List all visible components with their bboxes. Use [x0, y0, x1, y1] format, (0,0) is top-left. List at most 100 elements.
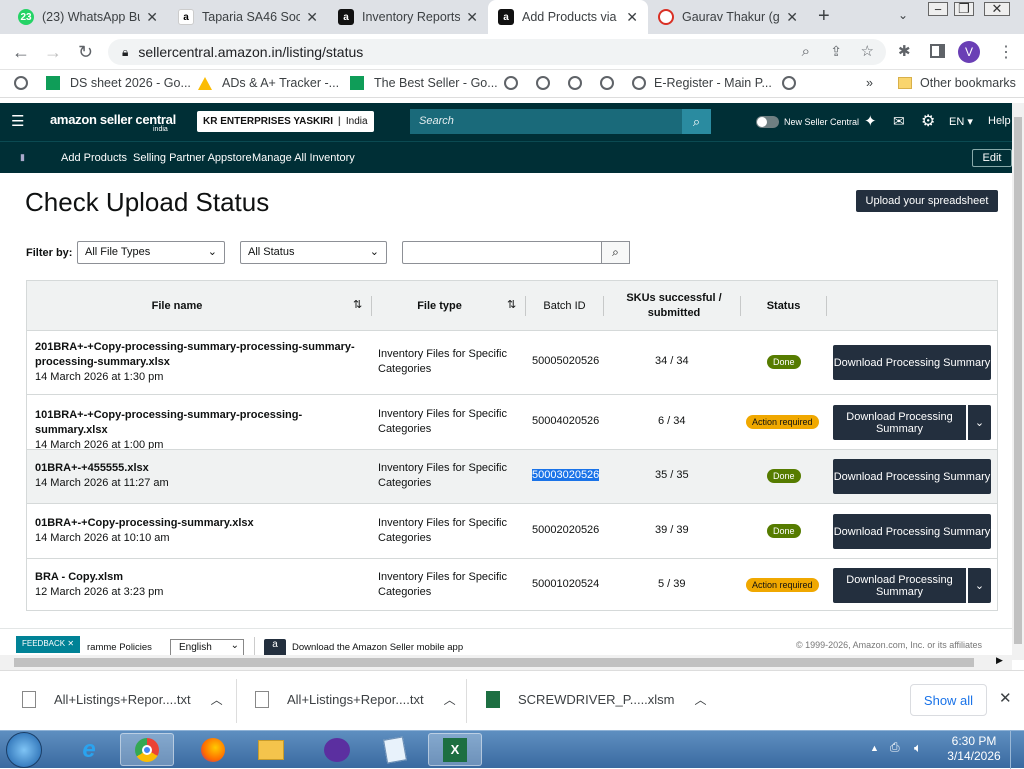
nav-add-products[interactable]: Add Products: [61, 152, 127, 164]
filter-search-button[interactable]: ⌕: [601, 241, 630, 264]
nav-manage-all-inventory[interactable]: Manage All Inventory: [252, 152, 355, 164]
sparkle-icon[interactable]: ✦: [864, 112, 877, 130]
tab-gmail[interactable]: Gaurav Thakur (ga ✕: [648, 0, 808, 34]
edit-shortcuts-button[interactable]: Edit: [972, 149, 1012, 167]
close-tab-icon[interactable]: ✕: [306, 9, 318, 26]
hamburger-menu-icon[interactable]: ☰: [11, 112, 24, 130]
page-scrollbar[interactable]: [1012, 103, 1024, 660]
url-bar[interactable]: 🔒︎ sellercentral.amazon.in/listing/statu…: [108, 39, 886, 65]
forward-icon[interactable]: →: [44, 42, 62, 63]
taskbar-notepad[interactable]: [368, 733, 422, 766]
nav-selling-partner-appstore[interactable]: Selling Partner Appstore: [133, 152, 252, 164]
account-switcher[interactable]: KR ENTERPRISES YASKIRI | India: [197, 111, 374, 132]
status-filter-select[interactable]: All Status ⌄: [240, 241, 387, 264]
bookmark-globe[interactable]: [536, 76, 558, 90]
chevron-up-icon[interactable]: ︿: [695, 691, 707, 708]
system-clock[interactable]: 6:30 PM 3/14/2026: [944, 734, 1004, 764]
tab-inventory-reports[interactable]: a Inventory Reports ✕: [328, 0, 488, 34]
taskbar-excel[interactable]: X: [428, 733, 482, 766]
scrollbar-thumb[interactable]: [1014, 117, 1022, 644]
tab-add-products[interactable]: a Add Products via ✕: [488, 0, 648, 34]
settings-gear-icon[interactable]: ⚙: [921, 111, 935, 131]
zoom-icon[interactable]: ⌕: [802, 43, 810, 60]
new-tab-icon[interactable]: +: [818, 5, 830, 28]
bookmark-globe[interactable]: [600, 76, 622, 90]
download-summary-button[interactable]: Download Processing Summary: [833, 568, 966, 603]
programme-policies-link[interactable]: ramme Policies: [87, 642, 152, 653]
mail-icon[interactable]: ✉: [893, 113, 905, 130]
search-input[interactable]: Search: [410, 109, 682, 134]
bookmark-ds-sheet[interactable]: DS sheet 2026 - Go...: [46, 76, 191, 90]
show-all-downloads-button[interactable]: Show all: [910, 684, 987, 716]
download-item[interactable]: SCREWDRIVER_P.....xlsm ︿: [486, 691, 707, 708]
bookmark-best-seller[interactable]: The Best Seller - Go...: [350, 76, 498, 90]
close-tab-icon[interactable]: ✕: [626, 9, 638, 26]
bookmarks-overflow-icon[interactable]: »: [866, 76, 873, 90]
download-summary-button[interactable]: Download Processing Summary: [833, 345, 991, 380]
taskbar-chrome[interactable]: [120, 733, 174, 766]
language-selector[interactable]: EN ▾: [949, 115, 973, 128]
minimize-icon[interactable]: −: [928, 2, 948, 17]
amazon-seller-central-logo[interactable]: amazon seller central: [50, 112, 176, 127]
chevron-up-icon[interactable]: ︿: [444, 691, 456, 708]
restore-icon[interactable]: ❐: [954, 1, 974, 16]
network-icon[interactable]: ⎙: [890, 740, 900, 755]
chevron-down-icon[interactable]: ⌄: [967, 568, 991, 603]
bookmark-star-icon[interactable]: ☆: [861, 42, 874, 60]
download-summary-button[interactable]: Download Processing Summary: [833, 514, 991, 549]
page-content: Check Upload Status Upload your spreadsh…: [0, 173, 1012, 660]
search-button[interactable]: ⌕: [682, 109, 711, 134]
close-tab-icon[interactable]: ✕: [146, 9, 158, 26]
taskbar-firefox[interactable]: [186, 733, 240, 766]
download-item[interactable]: All+Listings+Repor....txt ︿: [255, 691, 456, 708]
share-icon[interactable]: ⇪: [830, 43, 842, 60]
taskbar-file-explorer[interactable]: [244, 733, 298, 766]
download-item[interactable]: All+Listings+Repor....txt ︿: [22, 691, 223, 708]
tray-expand-icon[interactable]: ▲: [870, 743, 879, 753]
side-panel-icon[interactable]: [930, 44, 945, 58]
bookmark-ads-tracker[interactable]: ADs & A+ Tracker -...: [198, 76, 339, 90]
bookmark-globe[interactable]: [568, 76, 590, 90]
chevron-down-icon[interactable]: ⌄: [967, 405, 991, 440]
other-bookmarks[interactable]: Other bookmarks: [898, 76, 1016, 90]
taskbar-app[interactable]: [310, 733, 364, 766]
file-type-filter-select[interactable]: All File Types ⌄: [77, 241, 225, 264]
tab-whatsapp[interactable]: 23 (23) WhatsApp Bu ✕: [8, 0, 168, 34]
bookmark-e-register[interactable]: E-Register - Main P...: [632, 76, 772, 90]
close-window-icon[interactable]: ✕: [984, 1, 1010, 16]
feedback-button[interactable]: FEEDBACK ✕: [16, 636, 81, 653]
download-summary-button[interactable]: Download Processing Summary: [833, 459, 991, 494]
volume-icon[interactable]: 🔈︎: [914, 740, 922, 756]
footer-language-select[interactable]: English ⌄: [170, 639, 244, 656]
bookmark-pin-icon[interactable]: ▮: [20, 152, 25, 163]
upload-date: 14 March 2026 at 11:27 am: [35, 477, 169, 489]
profile-avatar[interactable]: V: [958, 41, 980, 63]
new-seller-central-toggle[interactable]: [756, 116, 779, 128]
close-tab-icon[interactable]: ✕: [466, 9, 478, 26]
start-button[interactable]: [6, 732, 42, 768]
taskbar-internet-explorer[interactable]: e: [62, 733, 116, 766]
menu-kebab-icon[interactable]: ⋮: [998, 42, 1014, 62]
scrollbar-thumb[interactable]: [14, 658, 974, 667]
show-desktop-button[interactable]: [1010, 731, 1024, 769]
scroll-right-icon[interactable]: ▶: [996, 655, 1003, 666]
extensions-icon[interactable]: ✱: [898, 42, 911, 60]
upload-spreadsheet-button[interactable]: Upload your spreadsheet: [856, 190, 998, 212]
tab-search-chevron-icon[interactable]: ⌄: [898, 8, 908, 22]
close-tab-icon[interactable]: ✕: [786, 9, 798, 26]
sort-icon[interactable]: ⇅: [353, 298, 362, 311]
horizontal-scrollbar[interactable]: ▶: [0, 655, 1012, 670]
reload-icon[interactable]: ↻: [78, 42, 93, 63]
filter-search-input[interactable]: [402, 241, 602, 264]
bookmark-globe[interactable]: [782, 76, 804, 90]
bookmark-globe[interactable]: [504, 76, 526, 90]
close-shelf-icon[interactable]: ✕: [999, 689, 1012, 707]
tab-taparia[interactable]: a Taparia SA46 Sock ✕: [168, 0, 328, 34]
bookmark-globe[interactable]: [14, 76, 36, 90]
help-link[interactable]: Help: [988, 115, 1012, 127]
back-icon[interactable]: ←: [12, 42, 30, 63]
sort-icon[interactable]: ⇅: [507, 298, 516, 311]
chevron-up-icon[interactable]: ︿: [211, 691, 223, 708]
mobile-app-link[interactable]: Download the Amazon Seller mobile app: [292, 642, 463, 653]
download-summary-button[interactable]: Download Processing Summary: [833, 405, 966, 440]
